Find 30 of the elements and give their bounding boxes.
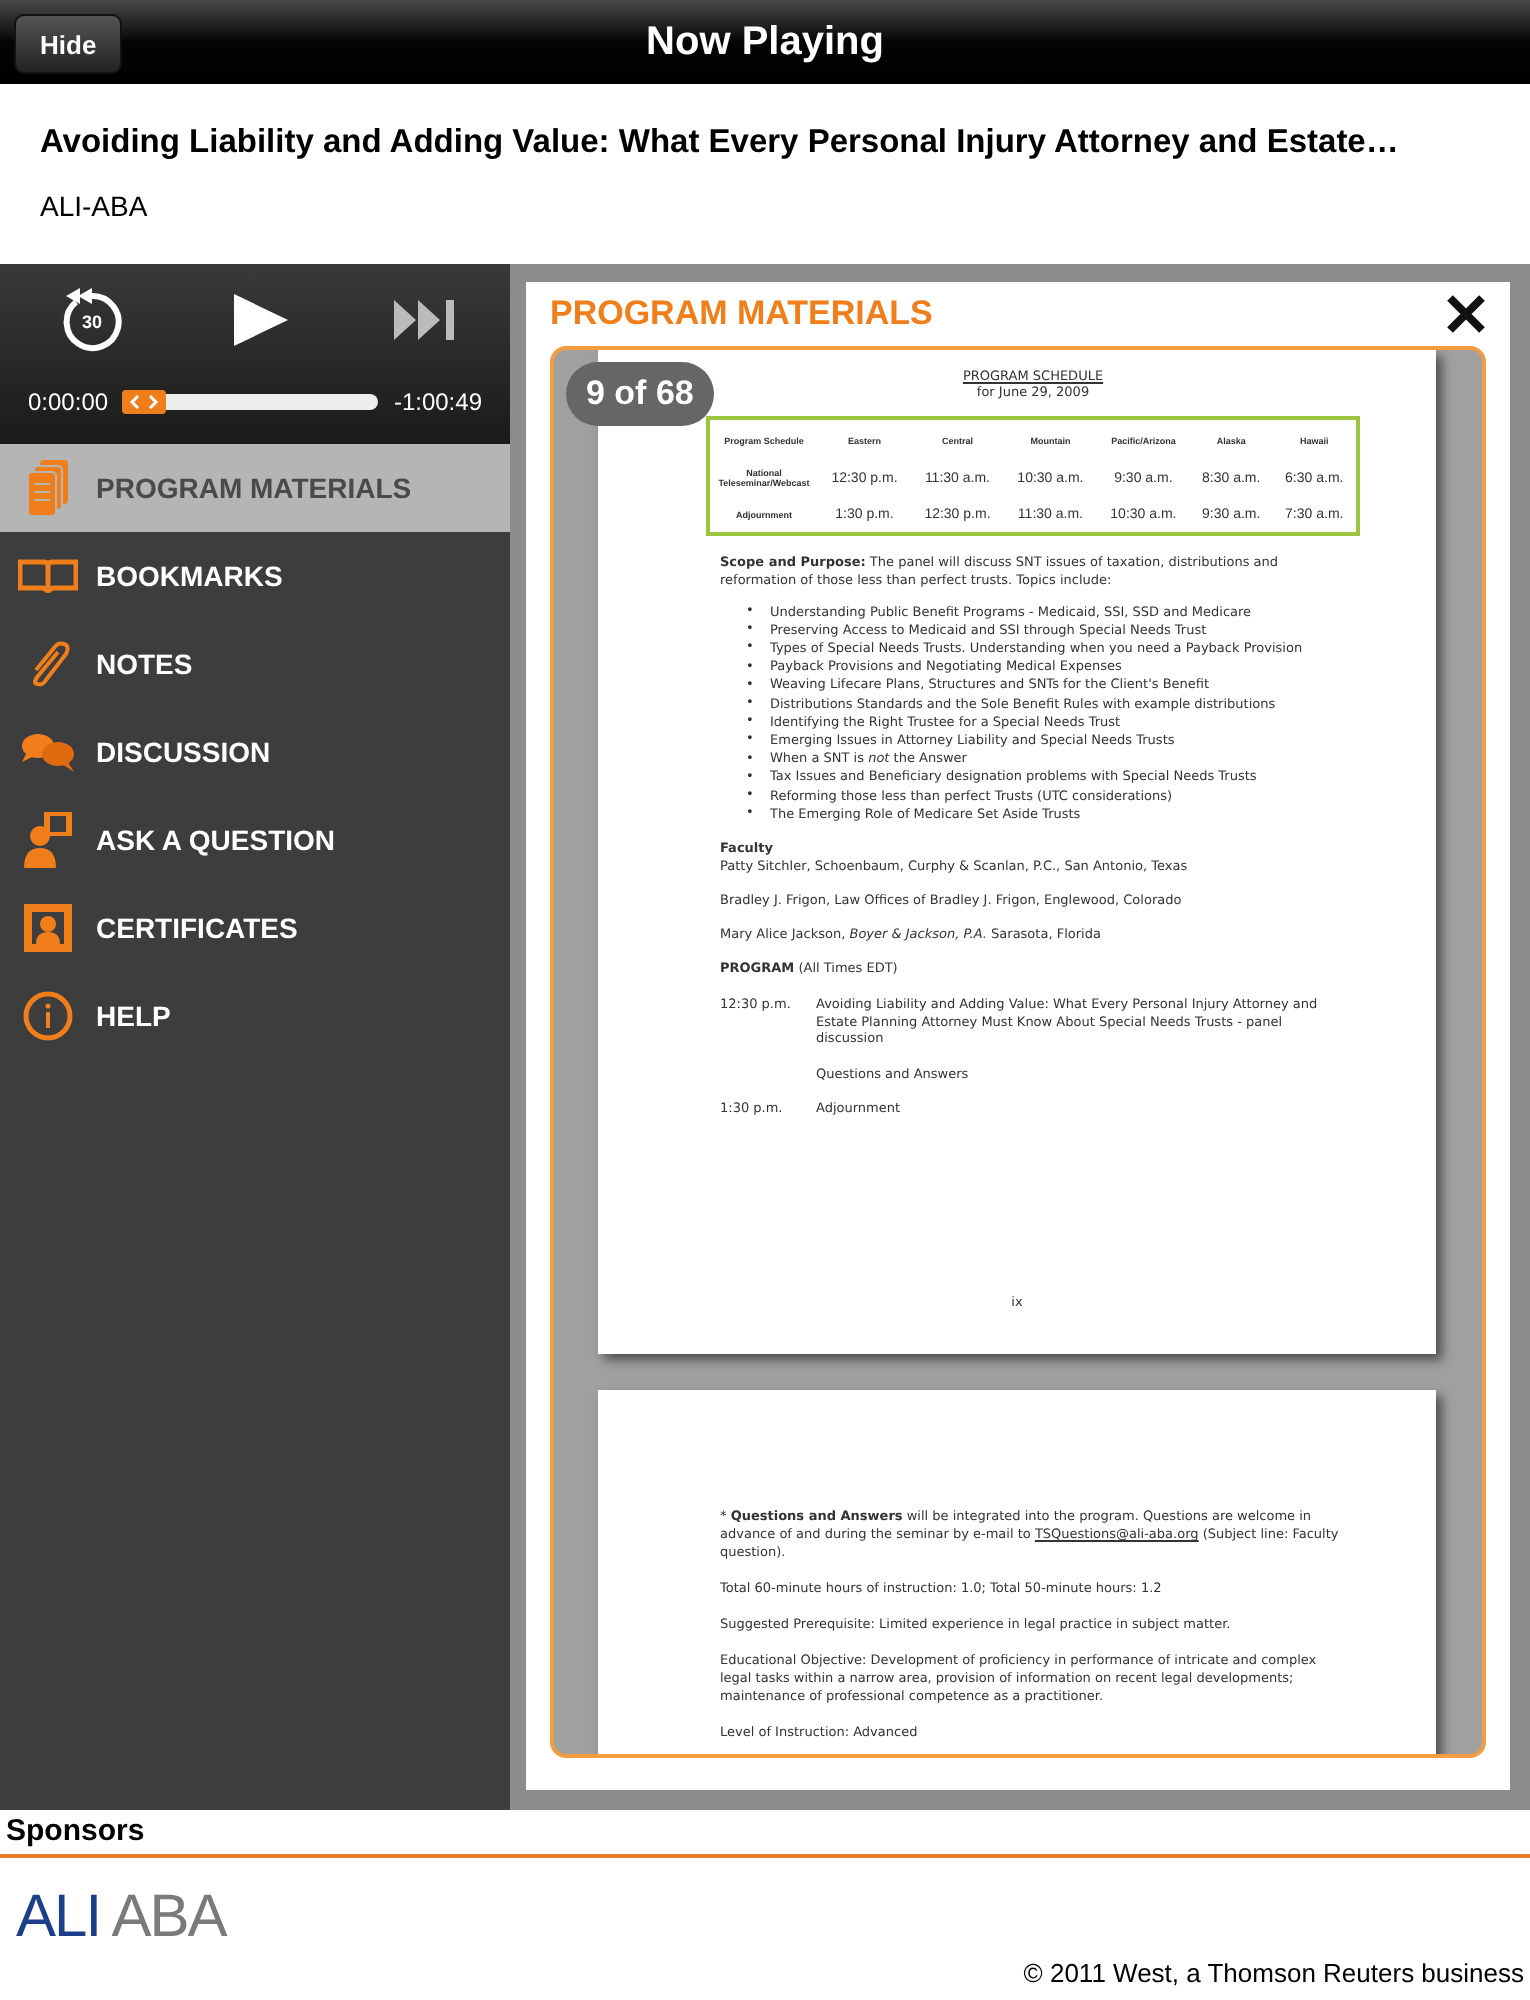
chat-bubbles-icon — [20, 730, 76, 774]
close-icon[interactable] — [1446, 294, 1486, 334]
skip-forward-icon[interactable] — [392, 298, 456, 342]
screen-title: Now Playing — [646, 19, 884, 65]
hide-button[interactable]: Hide — [14, 14, 123, 74]
sponsors-heading: Sponsors — [0, 1810, 1530, 1858]
seek-slider[interactable] — [124, 394, 378, 410]
info-icon — [22, 990, 74, 1042]
copyright-text: © 2011 West, a Thomson Reuters business — [1023, 1958, 1524, 1988]
play-icon[interactable] — [230, 292, 290, 348]
slider-thumb[interactable] — [122, 390, 167, 414]
documents-icon — [26, 458, 70, 518]
sidebar-item[interactable]: HELP — [0, 972, 510, 1060]
sidebar-item[interactable]: NOTES — [0, 620, 510, 708]
sidebar-item[interactable]: PROGRAM MATERIALS — [0, 444, 510, 532]
sidebar-item[interactable]: DISCUSSION — [0, 708, 510, 796]
page-counter: 9 of 68 — [566, 362, 714, 426]
panel-title: PROGRAM MATERIALS — [550, 294, 933, 334]
certificate-icon — [22, 902, 74, 954]
publisher-name: ALI-ABA — [40, 190, 150, 222]
sponsor-logo: ALI ABA — [16, 1884, 226, 1952]
replay-button[interactable]: 30 — [56, 286, 128, 354]
person-question-icon — [22, 810, 74, 870]
book-icon — [18, 558, 78, 594]
remaining-time: -1:00:49 — [393, 388, 482, 416]
elapsed-time: 0:00:00 — [28, 388, 109, 416]
sidebar-item[interactable]: BOOKMARKS — [0, 532, 510, 620]
course-title: Avoiding Liability and Adding Value: What Every Personal Injury Attorney and Estate… — [40, 124, 1401, 162]
sidebar-item[interactable]: CERTIFICATES — [0, 884, 510, 972]
sidebar-item[interactable]: ASK A QUESTION — [0, 796, 510, 884]
